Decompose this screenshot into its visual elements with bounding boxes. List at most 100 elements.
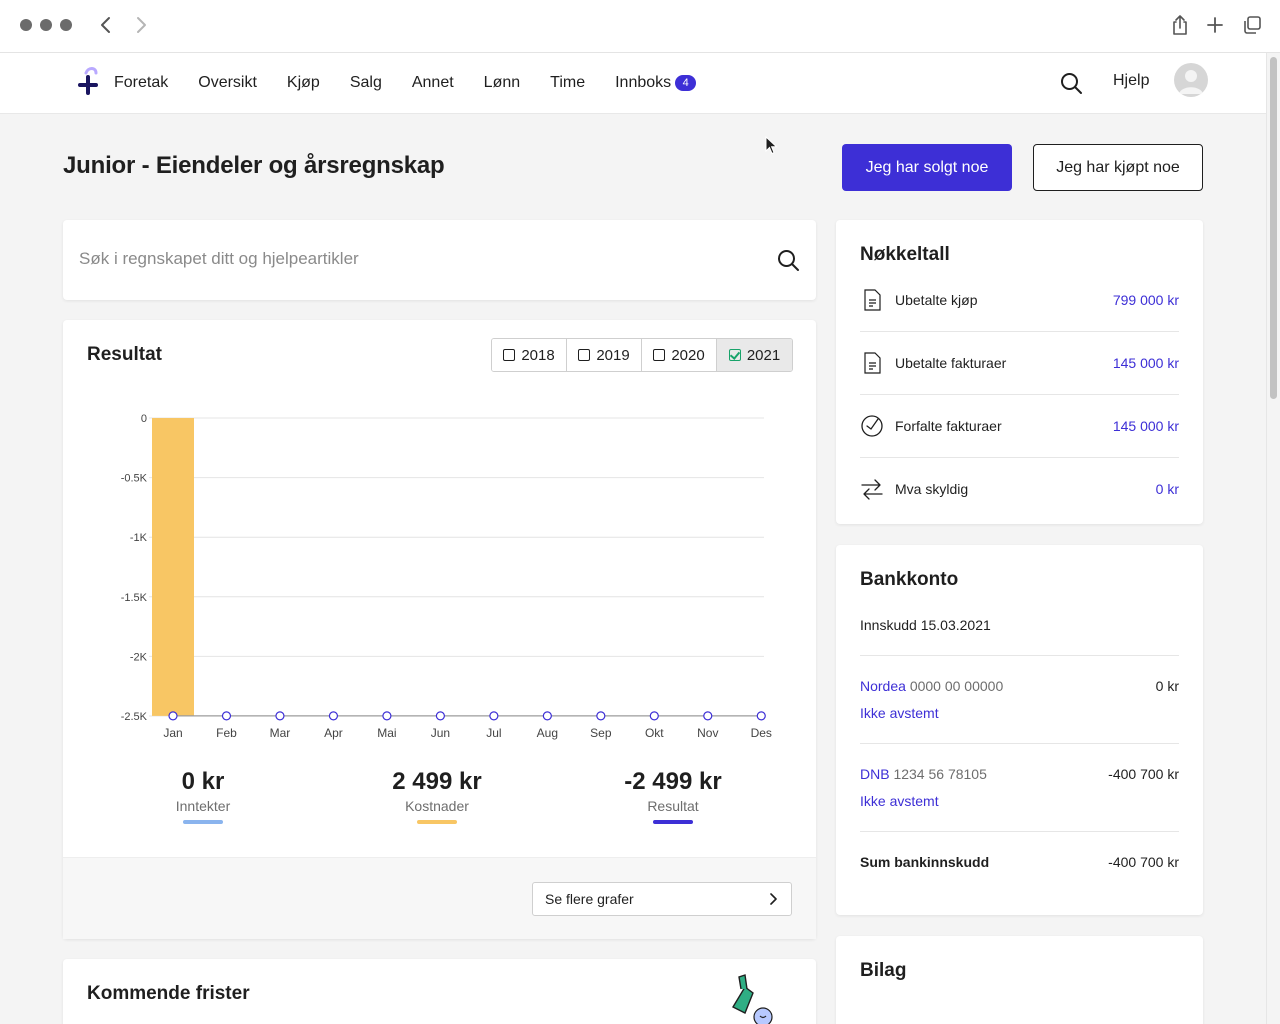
year-label: 2021 [746, 346, 781, 364]
chevron-right-icon[interactable] [129, 13, 153, 37]
minimize-window-icon[interactable] [40, 19, 52, 31]
result-point-aug[interactable] [542, 711, 552, 721]
reconcile-status-link[interactable]: Ikke avstemt [860, 705, 939, 721]
x-tick-label: Mai [377, 726, 396, 740]
menu-item-kjøp[interactable]: Kjøp [287, 74, 320, 92]
bank-name[interactable]: Nordea [860, 678, 906, 694]
menu-item-label: Lønn [483, 74, 521, 91]
menu-item-lønn[interactable]: Lønn [484, 74, 520, 92]
page-scrollbar[interactable] [1266, 53, 1280, 1024]
checkbox-checked-icon[interactable] [728, 349, 741, 361]
key-figure-row[interactable]: Ubetalte fakturaer 145 000 kr [860, 332, 1179, 395]
maximize-window-icon[interactable] [60, 19, 72, 31]
checkbox-icon[interactable] [503, 349, 516, 361]
x-tick-label: Mar [270, 726, 291, 740]
result-point-mai[interactable] [382, 711, 392, 721]
share-icon[interactable] [1168, 13, 1192, 37]
year-toggle-2018[interactable]: 2018 [492, 339, 567, 371]
menu-item-time[interactable]: Time [550, 74, 585, 92]
bank-title: Bankkonto [860, 569, 959, 590]
bank-deposit-date: Innskudd 15.03.2021 [860, 617, 991, 633]
x-tick-label: Sep [590, 726, 612, 740]
key-figure-label: Forfalte fakturaer [895, 418, 1002, 434]
help-link[interactable]: Hjelp [1113, 72, 1149, 90]
checkbox-icon[interactable] [578, 349, 591, 361]
see-more-charts-button[interactable]: Se flere grafer [532, 882, 792, 916]
user-avatar-icon[interactable] [1174, 63, 1208, 97]
key-figure-value[interactable]: 145 000 kr [1113, 418, 1179, 434]
reconcile-status-link[interactable]: Ikke avstemt [860, 793, 939, 809]
key-figure-value[interactable]: 799 000 kr [1113, 292, 1179, 308]
year-selector: 2018 2019 2020 2021 [491, 338, 793, 372]
year-toggle-2021[interactable]: 2021 [717, 339, 792, 371]
x-tick-label: Apr [324, 726, 343, 740]
app-header: Foretak Oversikt Kjøp Salg Annet Lønn Time Innb… [0, 53, 1266, 114]
bank-account-number: 1234 56 78105 [893, 766, 987, 782]
result-point-nov[interactable] [703, 711, 713, 721]
x-tick-label: Jul [486, 726, 501, 740]
bank-account-card: Bankkonto Innskudd 15.03.2021 Nordea 000… [836, 545, 1203, 915]
key-figure-value[interactable]: 145 000 kr [1113, 355, 1179, 371]
key-figure-row[interactable]: Ubetalte kjøp 799 000 kr [860, 269, 1179, 332]
plus-icon[interactable] [1203, 13, 1227, 37]
result-point-mar[interactable] [275, 711, 285, 721]
result-point-okt[interactable] [649, 711, 659, 721]
deadlines-title: Kommende frister [87, 983, 250, 1004]
chevron-left-icon[interactable] [94, 13, 118, 37]
key-figure-row[interactable]: Mva skyldig 0 kr [860, 458, 1179, 521]
checkbox-icon[interactable] [653, 349, 666, 361]
key-figures-title: Nøkkeltall [860, 244, 950, 265]
result-chart: 0 -0.5K -1K -1.5K -2K -2.5K Jan Feb Mar Apr Mai Jun… [121, 413, 772, 740]
search-input[interactable]: Søk i regnskapet ditt og hjelpeartikler [79, 249, 359, 269]
menu-item-innboks[interactable]: Innboks 4 [615, 74, 697, 92]
result-point-sep[interactable] [596, 711, 606, 721]
menu-item-foretak[interactable]: Foretak [114, 74, 168, 92]
window-controls[interactable] [20, 19, 72, 31]
year-label: 2018 [521, 346, 555, 364]
logo-icon[interactable] [74, 67, 102, 97]
search-icon[interactable] [776, 248, 800, 272]
tabs-icon[interactable] [1240, 13, 1264, 37]
sold-something-button[interactable]: Jeg har solgt noe [842, 144, 1012, 191]
chevron-right-icon [770, 893, 777, 905]
result-card: Resultat 2018 2019 2020 2021 0 -0.5K -1K -1.5K… [63, 320, 816, 939]
summary-label: Kostnader [405, 798, 469, 814]
x-tick-label: Jun [431, 726, 450, 740]
summary-legend-swatch [417, 820, 457, 824]
summary-inntekter: 0 kr Inntekter [103, 768, 303, 824]
document-icon [864, 289, 881, 311]
menu-item-salg[interactable]: Salg [350, 74, 382, 92]
key-figure-value[interactable]: 0 kr [1156, 481, 1179, 497]
y-tick-label: -2K [130, 651, 148, 663]
bank-name[interactable]: DNB [860, 766, 890, 782]
menu-item-label: Kjøp [286, 74, 320, 91]
year-toggle-2019[interactable]: 2019 [567, 339, 642, 371]
menu-item-annet[interactable]: Annet [412, 74, 454, 92]
year-label: 2019 [596, 346, 630, 364]
summary-legend-swatch [183, 820, 223, 824]
bar-jan[interactable] [152, 418, 194, 716]
window-toolbar [0, 0, 1280, 53]
result-point-apr[interactable] [328, 711, 339, 721]
foam-finger-illustration-icon [732, 974, 773, 1024]
y-tick-label: -1.5K [121, 592, 148, 604]
result-point-des[interactable] [756, 711, 766, 721]
result-point-feb[interactable] [221, 711, 232, 721]
key-figure-row[interactable]: Forfalte fakturaer 145 000 kr [860, 395, 1179, 458]
search-icon[interactable] [1059, 71, 1083, 95]
search-box[interactable]: Søk i regnskapet ditt og hjelpeartikler [63, 220, 816, 300]
year-toggle-2020[interactable]: 2020 [642, 339, 717, 371]
bought-something-button[interactable]: Jeg har kjøpt noe [1033, 144, 1203, 191]
main-menu: Foretak Oversikt Kjøp Salg Annet Lønn Time Innb… [114, 53, 726, 113]
scrollbar-thumb[interactable] [1270, 57, 1277, 399]
bank-account-amount: 0 kr [1155, 678, 1179, 694]
result-point-jun[interactable] [435, 711, 445, 721]
bank-sum-label: Sum bankinnskudd [860, 854, 990, 870]
swap-arrows-icon [861, 479, 883, 500]
close-window-icon[interactable] [20, 19, 32, 31]
bank-account-name[interactable]: DNB 1234 56 78105 [860, 766, 987, 782]
bank-account-name[interactable]: Nordea 0000 00 00000 [860, 678, 1003, 694]
result-point-jul[interactable] [489, 711, 499, 721]
menu-item-oversikt[interactable]: Oversikt [198, 74, 257, 92]
result-point-jan[interactable] [168, 711, 178, 721]
